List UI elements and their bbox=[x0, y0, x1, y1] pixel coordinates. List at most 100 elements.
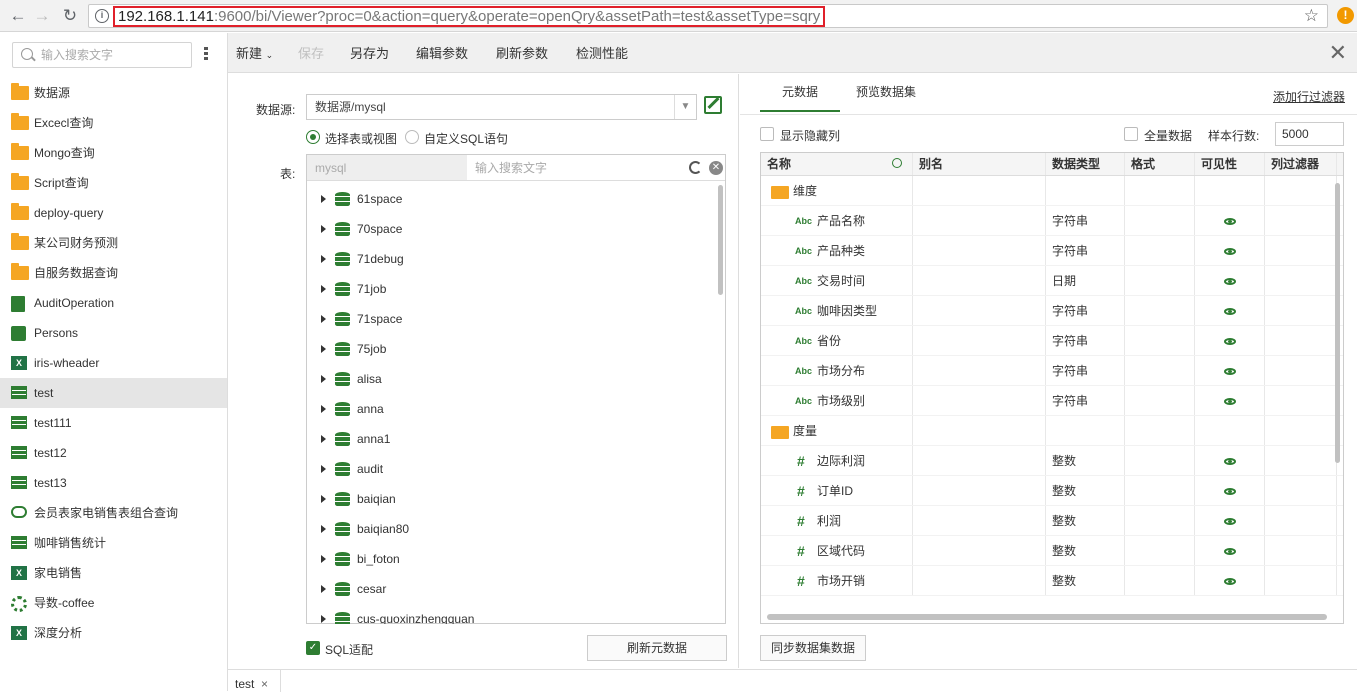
sidebar-item[interactable]: Persons bbox=[0, 318, 227, 348]
caret-right-icon[interactable] bbox=[321, 285, 326, 293]
filter-cell[interactable] bbox=[1265, 566, 1337, 595]
caret-right-icon[interactable] bbox=[321, 465, 326, 473]
format-cell[interactable] bbox=[1125, 296, 1195, 325]
format-cell[interactable] bbox=[1125, 446, 1195, 475]
format-cell[interactable] bbox=[1125, 476, 1195, 505]
sidebar-item[interactable]: 数据源 bbox=[0, 78, 227, 108]
eye-icon[interactable] bbox=[1224, 248, 1236, 255]
field-row[interactable]: # 利润 整数 bbox=[761, 506, 1343, 536]
col-header-visible[interactable]: 可见性 bbox=[1195, 153, 1265, 175]
type-cell[interactable]: 整数 bbox=[1046, 446, 1125, 475]
type-cell[interactable]: 整数 bbox=[1046, 536, 1125, 565]
reload-icon[interactable]: ↻ bbox=[60, 6, 80, 26]
warning-icon[interactable]: ! bbox=[1337, 7, 1354, 24]
sidebar-item[interactable]: test bbox=[0, 378, 227, 408]
field-row[interactable]: Abc 省份 字符串 bbox=[761, 326, 1343, 356]
schema-input[interactable]: mysql bbox=[307, 155, 467, 181]
caret-right-icon[interactable] bbox=[321, 495, 326, 503]
filter-cell[interactable] bbox=[1265, 386, 1337, 415]
chevron-down-icon[interactable]: ▼ bbox=[674, 95, 696, 119]
field-row[interactable]: Abc 市场级别 字符串 bbox=[761, 386, 1343, 416]
save-button[interactable]: 保存 bbox=[298, 33, 324, 73]
new-button[interactable]: 新建 ⌄ bbox=[236, 33, 273, 73]
sidebar-item[interactable]: Excecl查询 bbox=[0, 108, 227, 138]
sidebar-search-input[interactable]: 输入搜索文字 bbox=[12, 42, 192, 68]
sidebar-item[interactable]: Xiris-wheader bbox=[0, 348, 227, 378]
sync-dataset-button[interactable]: 同步数据集数据 bbox=[760, 635, 866, 661]
tree-item[interactable]: anna bbox=[307, 394, 717, 424]
refresh-metadata-button[interactable]: 刷新元数据 bbox=[587, 635, 727, 661]
caret-right-icon[interactable] bbox=[321, 405, 326, 413]
sidebar-item[interactable]: Script查询 bbox=[0, 168, 227, 198]
alias-cell[interactable] bbox=[913, 236, 1046, 265]
tree-item[interactable]: audit bbox=[307, 454, 717, 484]
format-cell[interactable] bbox=[1125, 266, 1195, 295]
tree-item[interactable]: baiqian bbox=[307, 484, 717, 514]
field-row[interactable]: Abc 产品名称 字符串 bbox=[761, 206, 1343, 236]
type-cell[interactable]: 整数 bbox=[1046, 566, 1125, 595]
type-cell[interactable]: 整数 bbox=[1046, 506, 1125, 535]
format-cell[interactable] bbox=[1125, 386, 1195, 415]
format-cell[interactable] bbox=[1125, 536, 1195, 565]
format-cell[interactable] bbox=[1125, 506, 1195, 535]
alias-cell[interactable] bbox=[913, 506, 1046, 535]
type-cell[interactable]: 字符串 bbox=[1046, 236, 1125, 265]
eye-icon[interactable] bbox=[1224, 398, 1236, 405]
sidebar-item[interactable]: 某公司财务预测 bbox=[0, 228, 227, 258]
filter-cell[interactable] bbox=[1265, 476, 1337, 505]
type-cell[interactable]: 日期 bbox=[1046, 266, 1125, 295]
alias-cell[interactable] bbox=[913, 326, 1046, 355]
col-header-alias[interactable]: 别名 bbox=[913, 153, 1046, 175]
filter-cell[interactable] bbox=[1265, 446, 1337, 475]
filter-cell[interactable] bbox=[1265, 206, 1337, 235]
back-arrow-icon[interactable]: ← bbox=[8, 6, 28, 26]
caret-right-icon[interactable] bbox=[321, 315, 326, 323]
save-as-button[interactable]: 另存为 bbox=[350, 33, 389, 73]
filter-cell[interactable] bbox=[1265, 326, 1337, 355]
field-row[interactable]: Abc 市场分布 字符串 bbox=[761, 356, 1343, 386]
search-icon[interactable] bbox=[892, 158, 902, 168]
col-header-type[interactable]: 数据类型 bbox=[1046, 153, 1125, 175]
eye-icon[interactable] bbox=[1224, 368, 1236, 375]
grid-horizontal-scrollbar[interactable] bbox=[767, 614, 1327, 620]
grid-vertical-scrollbar[interactable] bbox=[1335, 183, 1340, 463]
caret-right-icon[interactable] bbox=[321, 195, 326, 203]
tab-metadata[interactable]: 元数据 bbox=[760, 74, 840, 112]
table-search-input[interactable]: 输入搜索文字 bbox=[467, 155, 725, 181]
caret-right-icon[interactable] bbox=[321, 375, 326, 383]
alias-cell[interactable] bbox=[913, 296, 1046, 325]
field-row[interactable]: Abc 咖啡因类型 字符串 bbox=[761, 296, 1343, 326]
tree-item[interactable]: 71space bbox=[307, 304, 717, 334]
format-cell[interactable] bbox=[1125, 206, 1195, 235]
format-cell[interactable] bbox=[1125, 236, 1195, 265]
tree-item[interactable]: 71debug bbox=[307, 244, 717, 274]
tree-item[interactable]: anna1 bbox=[307, 424, 717, 454]
type-cell[interactable]: 字符串 bbox=[1046, 296, 1125, 325]
more-vertical-icon[interactable] bbox=[200, 47, 212, 63]
radio-custom-sql[interactable] bbox=[405, 130, 419, 144]
filter-cell[interactable] bbox=[1265, 266, 1337, 295]
tree-scrollbar[interactable] bbox=[718, 185, 723, 295]
show-hidden-columns-checkbox[interactable] bbox=[760, 127, 774, 141]
url-text[interactable]: 192.168.1.141:9600/bi/Viewer?proc=0&acti… bbox=[113, 6, 826, 27]
sidebar-item[interactable]: AuditOperation bbox=[0, 288, 227, 318]
tree-item[interactable]: bi_foton bbox=[307, 544, 717, 574]
field-row[interactable]: Abc 交易时间 日期 bbox=[761, 266, 1343, 296]
sidebar-item[interactable]: test111 bbox=[0, 408, 227, 438]
close-icon[interactable]: ✕ bbox=[1329, 42, 1347, 64]
alias-cell[interactable] bbox=[913, 266, 1046, 295]
tree-item[interactable]: baiqian80 bbox=[307, 514, 717, 544]
field-row[interactable]: # 区域代码 整数 bbox=[761, 536, 1343, 566]
sidebar-item[interactable]: X 家电销售 bbox=[0, 558, 227, 588]
field-row[interactable]: # 边际利润 整数 bbox=[761, 446, 1343, 476]
alias-cell[interactable] bbox=[913, 536, 1046, 565]
sidebar-item[interactable]: test13 bbox=[0, 468, 227, 498]
tab-preview[interactable]: 预览数据集 bbox=[856, 74, 916, 112]
refresh-icon[interactable] bbox=[689, 161, 702, 174]
tree-item[interactable]: cus-guoxinzhengquan bbox=[307, 604, 717, 624]
field-row[interactable]: # 市场开销 整数 bbox=[761, 566, 1343, 596]
field-row[interactable]: Abc 产品种类 字符串 bbox=[761, 236, 1343, 266]
caret-right-icon[interactable] bbox=[321, 615, 326, 623]
sidebar-item[interactable]: 会员表家电销售表组合查询 bbox=[0, 498, 227, 528]
radio-select-table[interactable] bbox=[306, 130, 320, 144]
